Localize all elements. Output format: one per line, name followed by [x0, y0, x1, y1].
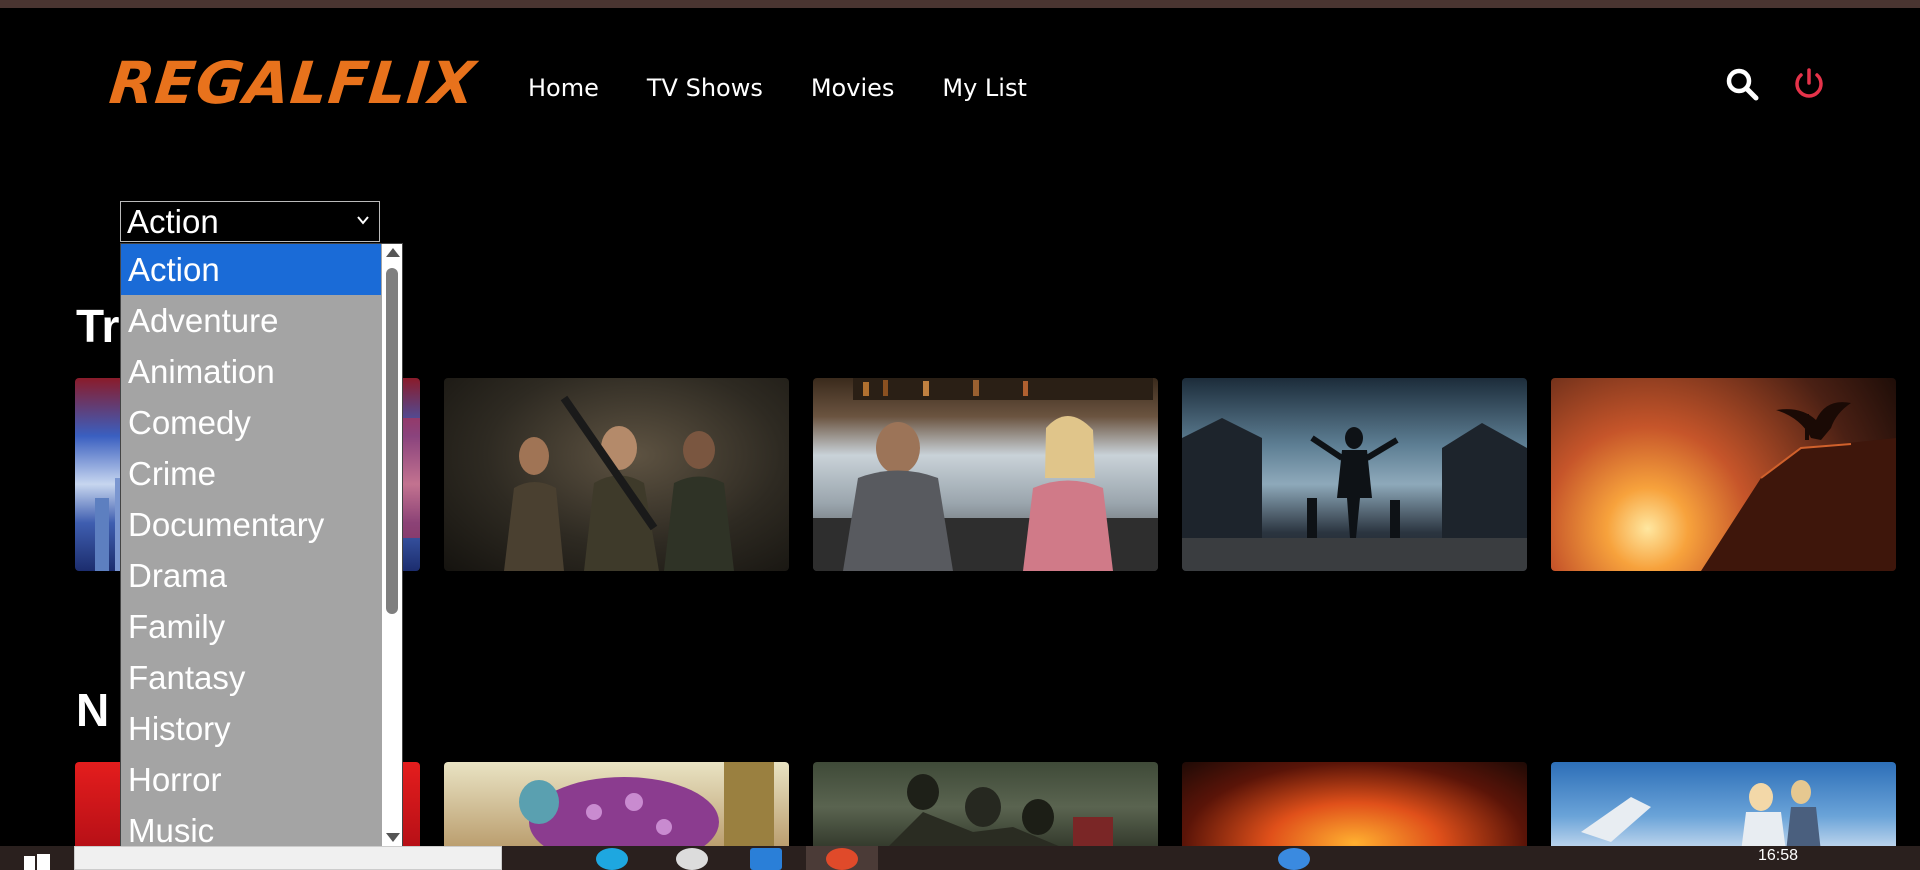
- chevron-down-icon: [357, 216, 369, 225]
- movie-card[interactable]: [444, 378, 789, 571]
- power-icon[interactable]: [1791, 66, 1827, 102]
- windows-start-icon[interactable]: [24, 852, 50, 870]
- taskbar-clock[interactable]: 16:58: [1758, 847, 1798, 865]
- movie-card[interactable]: [444, 762, 789, 852]
- movie-card[interactable]: [813, 378, 1158, 571]
- genre-select[interactable]: Action: [120, 201, 380, 242]
- genre-option-history[interactable]: History: [121, 703, 381, 754]
- genre-option-music[interactable]: Music: [121, 805, 381, 846]
- chrome-icon[interactable]: [826, 848, 858, 870]
- nav-my-list[interactable]: My List: [942, 72, 1027, 104]
- genre-option-horror[interactable]: Horror: [121, 754, 381, 805]
- search-icon[interactable]: [1724, 66, 1760, 102]
- taskbar-search-box[interactable]: [74, 846, 502, 870]
- movie-card[interactable]: [1182, 378, 1527, 571]
- genre-option-documentary[interactable]: Documentary: [121, 499, 381, 550]
- genre-option-animation[interactable]: Animation: [121, 346, 381, 397]
- genre-option-comedy[interactable]: Comedy: [121, 397, 381, 448]
- row-title-new: N: [76, 684, 110, 736]
- scroll-up-arrow-icon[interactable]: [386, 248, 400, 257]
- genre-select-value: Action: [127, 203, 219, 240]
- scroll-down-arrow-icon[interactable]: [386, 833, 400, 842]
- movie-card[interactable]: [1551, 762, 1896, 852]
- nav-home[interactable]: Home: [528, 72, 599, 104]
- nav-tv-shows[interactable]: TV Shows: [647, 72, 763, 104]
- genre-option-adventure[interactable]: Adventure: [121, 295, 381, 346]
- main-nav: Home TV Shows Movies My List: [528, 72, 1027, 104]
- scrollbar-thumb[interactable]: [386, 268, 398, 614]
- window-top-strip: [0, 0, 1920, 8]
- movie-card[interactable]: [1551, 378, 1896, 571]
- dropdown-scrollbar[interactable]: [382, 244, 402, 846]
- chatgpt-icon[interactable]: [676, 848, 708, 870]
- vscode-icon[interactable]: [750, 848, 782, 870]
- regalflix-logo[interactable]: REGALFLIX: [106, 49, 479, 117]
- genre-option-action[interactable]: Action: [121, 244, 381, 295]
- movie-card[interactable]: [813, 762, 1158, 852]
- nav-movies[interactable]: Movies: [811, 72, 895, 104]
- movie-card[interactable]: [1182, 762, 1527, 852]
- row-title-trending: Tr: [76, 300, 120, 352]
- genre-option-family[interactable]: Family: [121, 601, 381, 652]
- os-taskbar: 16:58: [0, 846, 1920, 870]
- genre-option-crime[interactable]: Crime: [121, 448, 381, 499]
- app-icon[interactable]: [1278, 848, 1310, 870]
- genre-option-fantasy[interactable]: Fantasy: [121, 652, 381, 703]
- edge-icon[interactable]: [596, 848, 628, 870]
- genre-option-drama[interactable]: Drama: [121, 550, 381, 601]
- genre-dropdown-list[interactable]: Action Adventure Animation Comedy Crime …: [120, 243, 403, 847]
